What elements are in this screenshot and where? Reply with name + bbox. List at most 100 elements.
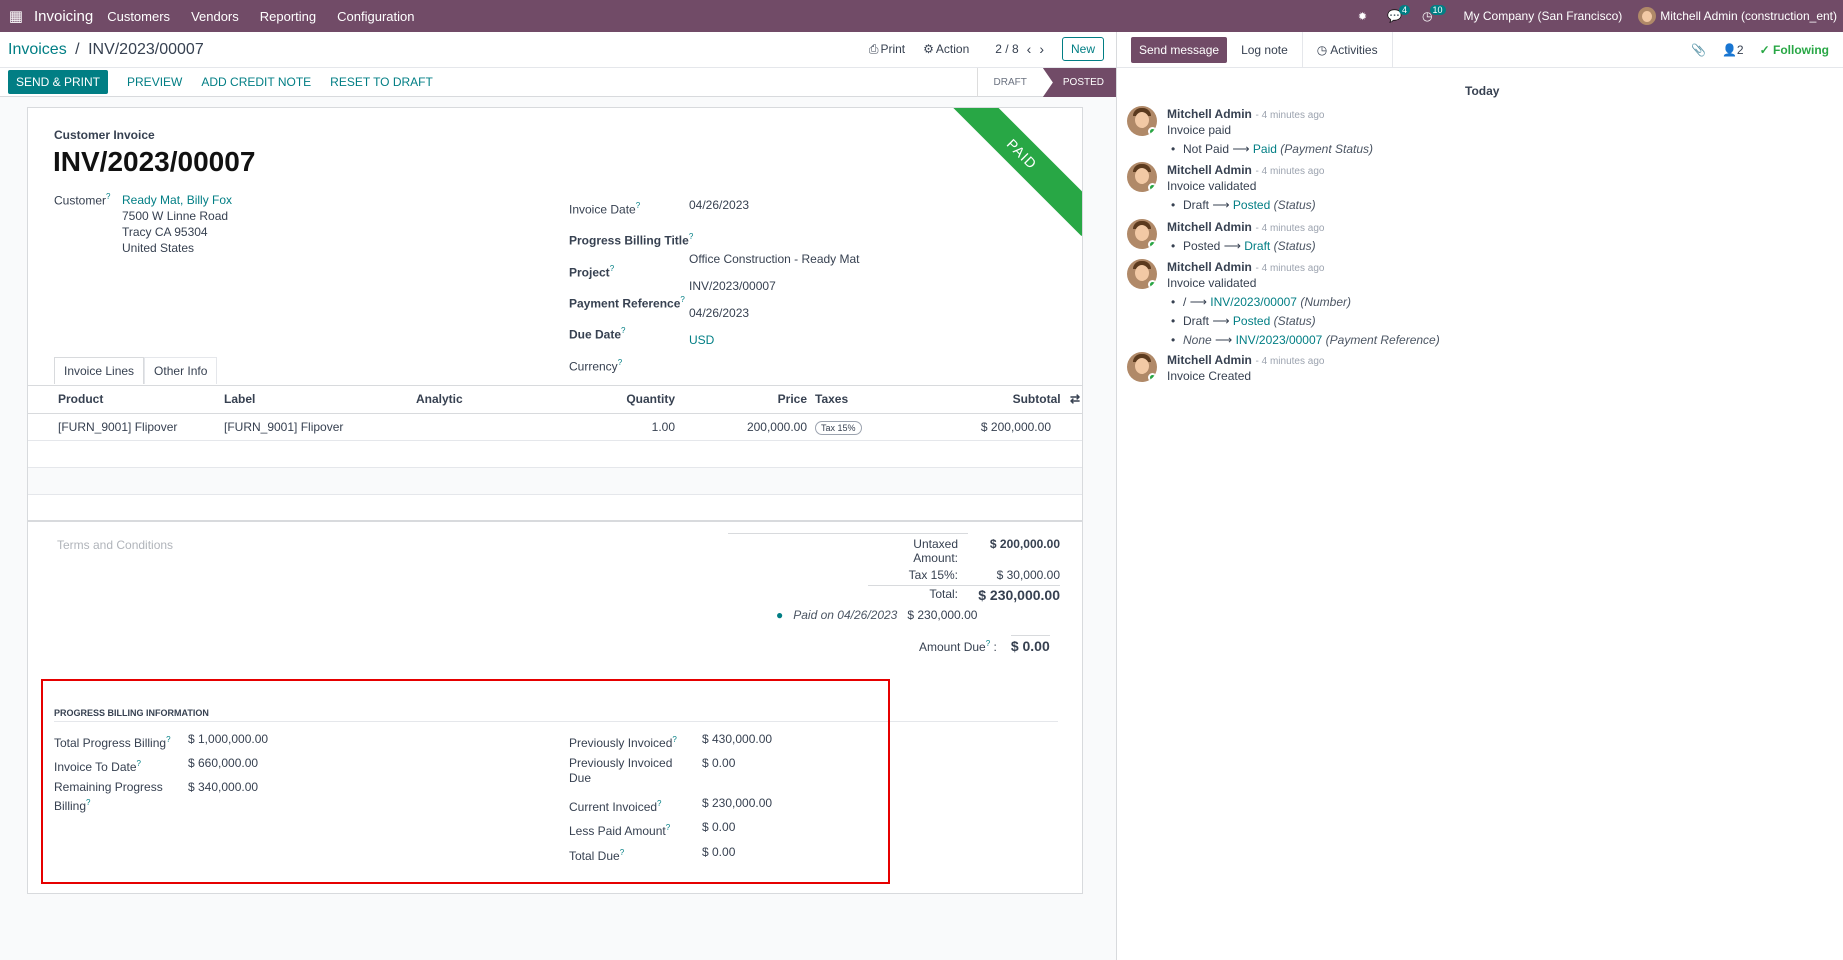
line-label[interactable]: [FURN_9001] Flipover bbox=[220, 413, 412, 441]
tracking-value: / ⟶ INV/2023/00007 (Number) bbox=[1167, 295, 1440, 309]
menu-configuration[interactable]: Configuration bbox=[337, 9, 414, 24]
message-time: - 4 minutes ago bbox=[1255, 356, 1325, 367]
new-button[interactable]: New bbox=[1061, 37, 1104, 61]
paid-value: $ 230,000.00 bbox=[907, 608, 978, 622]
user-avatar bbox=[1638, 7, 1657, 25]
arrow-icon: ⟶ bbox=[1232, 142, 1250, 156]
message-author[interactable]: Mitchell Admin bbox=[1167, 163, 1252, 177]
message-author[interactable]: Mitchell Admin bbox=[1167, 107, 1252, 121]
help-icon: ? bbox=[617, 357, 623, 367]
print-button[interactable]: Print bbox=[880, 42, 905, 56]
invoice-date-label: Invoice Date bbox=[569, 202, 636, 217]
tax-tag: Tax 15% bbox=[815, 420, 862, 435]
log-note-button[interactable]: Log note bbox=[1227, 32, 1302, 68]
table-row[interactable]: [FURN_9001] Flipover [FURN_9001] Flipove… bbox=[28, 413, 1082, 441]
invoice-type: Customer Invoice bbox=[54, 128, 155, 142]
col-quantity[interactable]: Quantity bbox=[557, 386, 679, 414]
author-avatar[interactable] bbox=[1127, 162, 1157, 192]
author-avatar[interactable] bbox=[1127, 352, 1157, 382]
message-time: - 4 minutes ago bbox=[1255, 223, 1325, 234]
control-panel: Invoices / INV/2023/00007 ⎙ Print ⚙ Acti… bbox=[0, 32, 1116, 67]
chevron-left-icon[interactable]: ‹ bbox=[1027, 41, 1032, 57]
info-icon[interactable]: ● bbox=[776, 608, 783, 622]
paperclip-icon[interactable]: 📎 bbox=[1691, 43, 1706, 57]
project-field[interactable]: Office Construction - Ready Mat bbox=[689, 246, 860, 273]
invoice-number: INV/2023/00007 bbox=[53, 146, 256, 177]
empty-row[interactable] bbox=[28, 467, 1082, 495]
bug-icon[interactable]: ✹ bbox=[1358, 10, 1367, 23]
company-switcher[interactable]: My Company (San Francisco) bbox=[1464, 9, 1623, 23]
status-draft[interactable]: DRAFT bbox=[976, 68, 1043, 97]
customer-label: Customer bbox=[54, 193, 107, 208]
line-taxes[interactable]: Tax 15% bbox=[811, 413, 961, 441]
line-price[interactable]: 200,000.00 bbox=[679, 413, 811, 441]
menu-customers[interactable]: Customers bbox=[107, 9, 170, 24]
tab-other-info[interactable]: Other Info bbox=[144, 357, 218, 384]
payment-reference-field[interactable]: INV/2023/00007 bbox=[689, 273, 860, 300]
line-product[interactable]: [FURN_9001] Flipover bbox=[28, 413, 220, 441]
breadcrumb: Invoices / INV/2023/00007 bbox=[8, 41, 204, 59]
amount-due-value: $ 0.00 bbox=[1010, 635, 1050, 654]
col-price[interactable]: Price bbox=[679, 386, 811, 414]
col-taxes[interactable]: Taxes bbox=[811, 386, 961, 414]
help-icon: ? bbox=[106, 192, 111, 201]
col-product[interactable]: Product bbox=[28, 386, 220, 414]
send-print-button[interactable]: SEND & PRINT bbox=[8, 70, 109, 94]
untaxed-label: Untaxed Amount: bbox=[913, 537, 958, 565]
notebook-tabs: Invoice Lines Other Info bbox=[54, 357, 218, 384]
help-icon: ? bbox=[609, 263, 615, 273]
menu-vendors[interactable]: Vendors bbox=[191, 9, 239, 24]
empty-row[interactable] bbox=[28, 440, 1082, 468]
following-button[interactable]: ✓ Following bbox=[1760, 43, 1829, 57]
author-avatar[interactable] bbox=[1127, 106, 1157, 136]
pager-value[interactable]: 2 / 8 bbox=[995, 42, 1018, 56]
apps-menu-icon[interactable]: ▦ bbox=[2, 7, 30, 25]
empty-row[interactable] bbox=[28, 494, 1082, 522]
breadcrumb-invoices[interactable]: Invoices bbox=[8, 41, 67, 58]
menu-reporting[interactable]: Reporting bbox=[260, 9, 316, 24]
due-date-field[interactable]: 04/26/2023 bbox=[689, 300, 860, 327]
chevron-right-icon[interactable]: › bbox=[1039, 41, 1044, 57]
chatter-topbar: Send message Log note ◷ Activities 📎 👤2 ✓… bbox=[1117, 31, 1843, 68]
activities-button[interactable]: ◷ Activities bbox=[1301, 31, 1393, 68]
author-avatar[interactable] bbox=[1127, 259, 1157, 289]
table-header: Product Label Analytic Quantity Price Ta… bbox=[28, 386, 1082, 414]
message-author[interactable]: Mitchell Admin bbox=[1167, 220, 1252, 234]
send-message-button[interactable]: Send message bbox=[1131, 36, 1228, 63]
pb-title-field[interactable] bbox=[689, 219, 860, 246]
customer-name[interactable]: Ready Mat, Billy Fox bbox=[122, 192, 232, 208]
untaxed-value: $ 200,000.00 bbox=[989, 537, 1060, 551]
terms-field[interactable]: Terms and Conditions bbox=[57, 538, 173, 552]
address-line-1: 7500 W Linne Road bbox=[122, 209, 229, 223]
tracking-value: Draft ⟶ Posted (Status) bbox=[1167, 314, 1440, 328]
column-settings-icon[interactable]: ⇄ bbox=[1070, 392, 1080, 406]
col-label[interactable]: Label bbox=[220, 386, 412, 414]
arrow-icon: ⟶ bbox=[1215, 333, 1233, 347]
col-subtotal[interactable]: Subtotal ⇄ bbox=[961, 386, 1082, 414]
print-icon: ⎙ bbox=[868, 41, 879, 56]
author-avatar[interactable] bbox=[1127, 219, 1157, 249]
message-author[interactable]: Mitchell Admin bbox=[1167, 260, 1252, 274]
reset-to-draft-button[interactable]: RESET TO DRAFT bbox=[330, 75, 433, 89]
col-analytic[interactable]: Analytic bbox=[412, 386, 557, 414]
message-body: Invoice validated bbox=[1167, 276, 1257, 290]
app-name[interactable]: Invoicing bbox=[34, 8, 93, 25]
message-item: Mitchell Admin - 4 minutes ago Invoice p… bbox=[1127, 106, 1373, 156]
amount-due-label: Amount Due bbox=[919, 640, 986, 654]
tab-invoice-lines[interactable]: Invoice Lines bbox=[54, 357, 145, 384]
preview-button[interactable]: PREVIEW bbox=[127, 75, 182, 89]
status-posted[interactable]: POSTED bbox=[1042, 68, 1116, 97]
line-analytic[interactable] bbox=[412, 413, 557, 441]
user-menu[interactable]: Mitchell Admin (construction_ent) bbox=[1660, 9, 1837, 23]
invoice-date-field[interactable]: 04/26/2023 bbox=[689, 192, 860, 219]
help-icon: ? bbox=[985, 639, 991, 648]
message-author[interactable]: Mitchell Admin bbox=[1167, 353, 1252, 367]
line-quantity[interactable]: 1.00 bbox=[557, 413, 679, 441]
followers-button[interactable]: 👤2 bbox=[1722, 43, 1744, 57]
arrow-icon: ⟶ bbox=[1212, 314, 1230, 328]
add-credit-note-button[interactable]: ADD CREDIT NOTE bbox=[201, 75, 311, 89]
currency-field[interactable]: USD bbox=[689, 327, 860, 354]
address-line-3: United States bbox=[122, 241, 195, 255]
action-button[interactable]: Action bbox=[936, 42, 969, 56]
message-item: Mitchell Admin - 4 minutes ago Invoice C… bbox=[1127, 352, 1324, 383]
